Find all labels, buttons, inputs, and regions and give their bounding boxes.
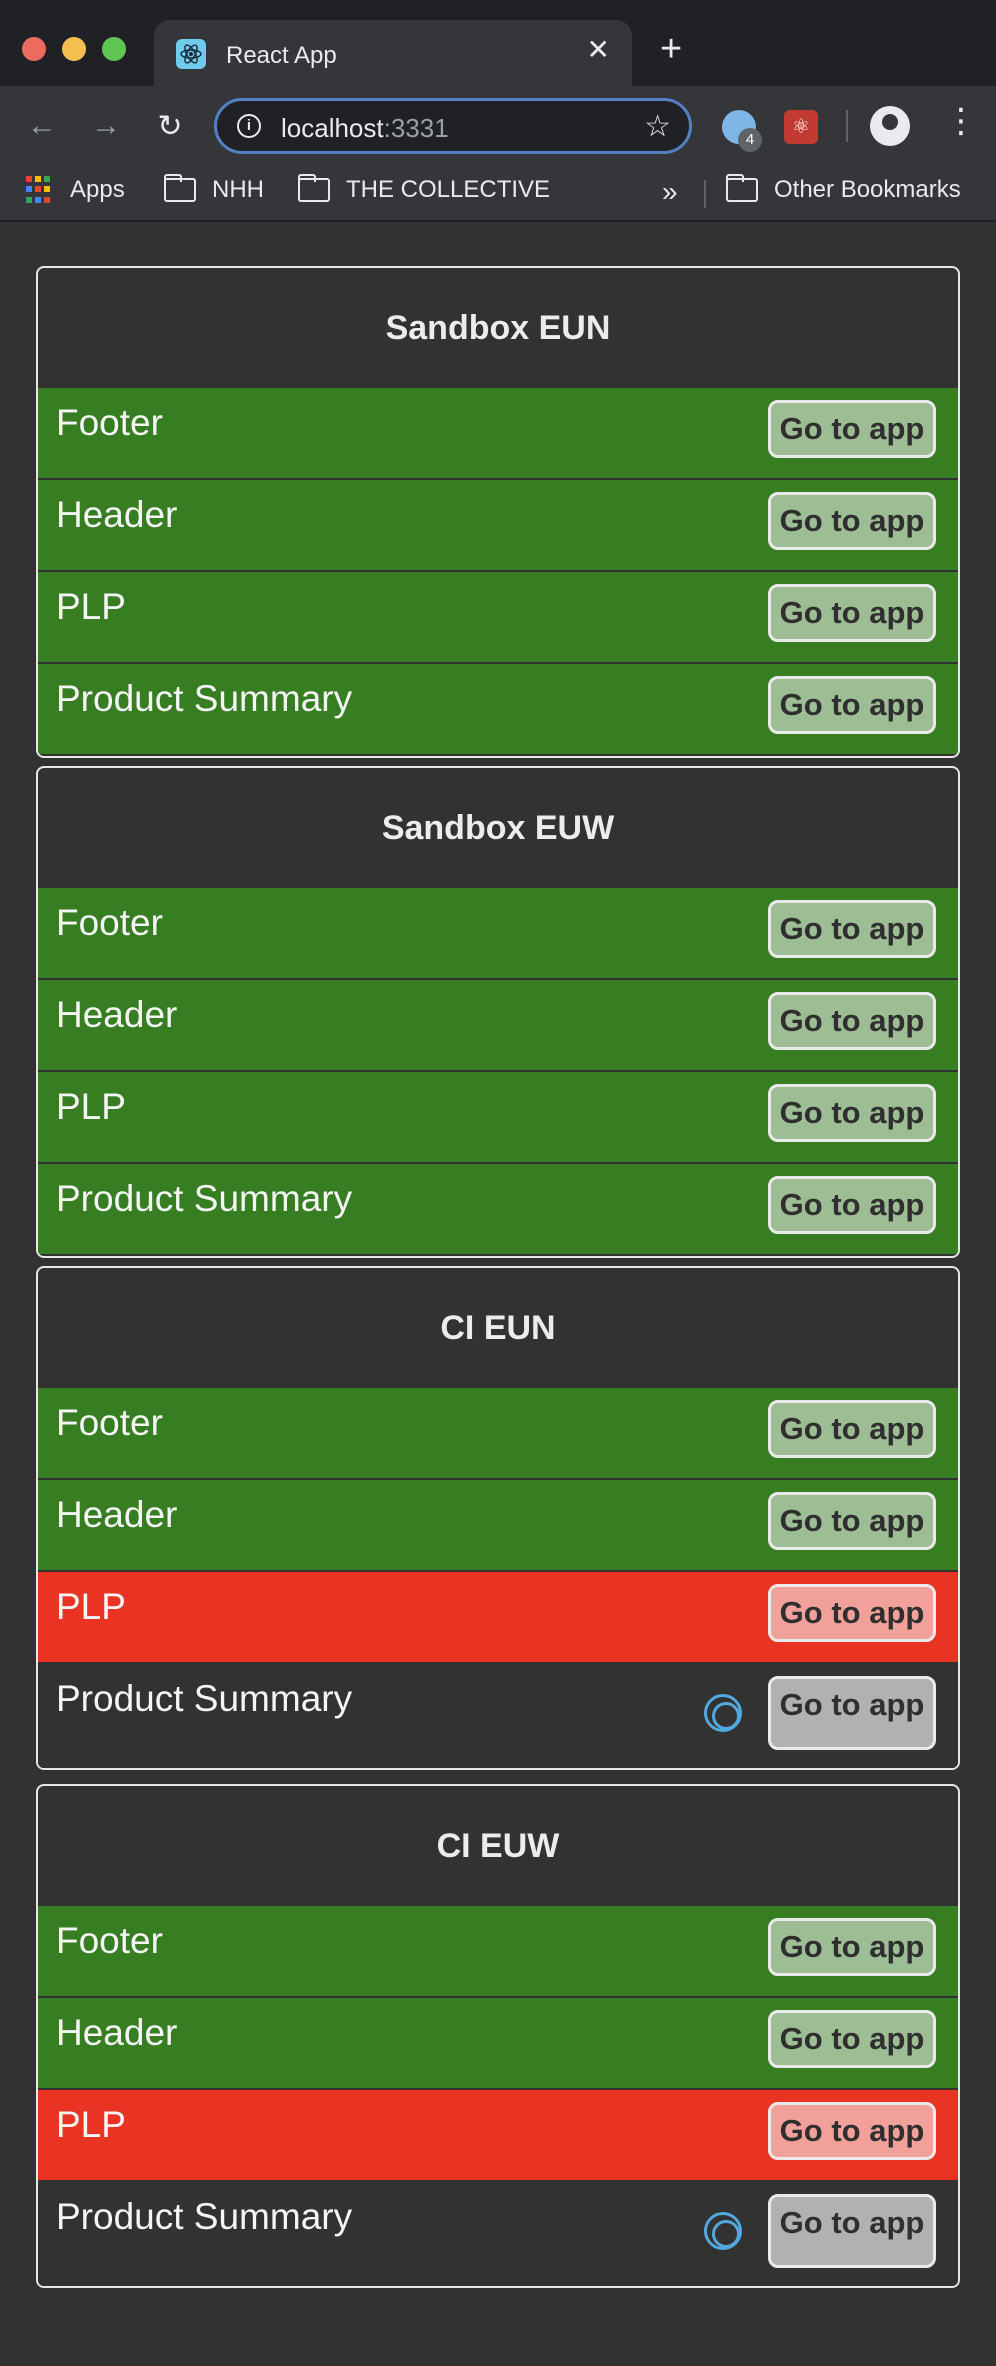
tab-strip: React App ✕ + — [0, 0, 996, 86]
app-name: PLP — [56, 586, 126, 627]
bookmark-apps[interactable]: Apps — [26, 176, 125, 204]
environment-title: Sandbox EUW — [381, 808, 615, 847]
app-row: Footer Go to app — [38, 1388, 958, 1478]
environment-card: Sandbox EUN Footer Go to app Header Go t… — [36, 266, 960, 758]
app-row: Header Go to app — [38, 1480, 958, 1570]
close-tab-icon[interactable]: ✕ — [587, 36, 610, 64]
go-to-app-button[interactable]: Go to app — [768, 2102, 936, 2160]
folder-icon — [726, 174, 758, 202]
url-port: :3331 — [383, 113, 449, 143]
go-to-app-button[interactable]: Go to app — [768, 1400, 936, 1458]
address-bar[interactable]: i localhost:3331 ☆ — [214, 98, 692, 154]
app-row: Header Go to app — [38, 1998, 958, 2088]
bookmark-label: Other Bookmarks — [774, 176, 961, 203]
app-name: PLP — [56, 1586, 126, 1627]
app-content: Sandbox EUN Footer Go to app Header Go t… — [0, 222, 996, 2366]
app-row: Product Summary Go to app — [38, 1164, 958, 1254]
react-logo-icon — [176, 39, 206, 69]
url-text: localhost:3331 — [281, 113, 449, 144]
app-name: Header — [56, 2012, 178, 2053]
go-to-app-button[interactable]: Go to app — [768, 676, 936, 734]
app-name: Product Summary — [56, 678, 353, 719]
environment-title: CI EUN — [440, 1308, 556, 1347]
close-window-button[interactable] — [22, 37, 46, 61]
environment-title: Sandbox EUN — [385, 308, 611, 347]
new-tab-icon[interactable]: + — [660, 30, 682, 68]
profile-avatar-icon[interactable] — [870, 106, 910, 146]
go-to-app-button[interactable]: Go to app — [768, 1918, 936, 1976]
go-to-app-button[interactable]: Go to app — [768, 2010, 936, 2068]
bookmark-label: Apps — [70, 176, 125, 203]
bookmark-label: THE COLLECTIVE — [346, 176, 551, 203]
app-name: Header — [56, 994, 178, 1035]
app-row: Product Summary Go to app — [38, 2182, 958, 2286]
bookmark-star-icon[interactable]: ☆ — [644, 109, 671, 144]
site-info-icon[interactable]: i — [237, 114, 261, 138]
app-name: Product Summary — [56, 2196, 353, 2237]
forward-arrow-icon[interactable]: → — [86, 106, 126, 146]
app-row: Header Go to app — [38, 980, 958, 1070]
go-to-app-button[interactable]: Go to app — [768, 1584, 936, 1642]
bookmarks-divider — [704, 180, 706, 208]
app-name: Footer — [56, 1920, 163, 1961]
environment-card: CI EUW Footer Go to app Header Go to app… — [36, 1784, 960, 2288]
reload-icon[interactable]: ↻ — [150, 106, 190, 146]
other-bookmarks[interactable]: Other Bookmarks — [726, 174, 961, 204]
go-to-app-button[interactable]: Go to app — [768, 584, 936, 642]
go-to-app-button[interactable]: Go to app — [768, 1492, 936, 1550]
go-to-app-button[interactable]: Go to app — [768, 992, 936, 1050]
loading-spinner-icon — [704, 2212, 742, 2250]
tab-title: React App — [226, 42, 337, 69]
go-to-app-button[interactable]: Go to app — [768, 400, 936, 458]
go-to-app-button[interactable]: Go to app — [768, 1676, 936, 1750]
extension-badge: 4 — [738, 128, 762, 152]
app-name: PLP — [56, 2104, 126, 2145]
url-host: localhost — [281, 113, 384, 143]
app-name: Header — [56, 494, 178, 535]
app-name: Product Summary — [56, 1678, 353, 1719]
app-name: Footer — [56, 902, 163, 943]
bookmark-folder-the-collective[interactable]: THE COLLECTIVE — [298, 174, 551, 204]
app-row: Footer Go to app — [38, 888, 958, 978]
go-to-app-button[interactable]: Go to app — [768, 900, 936, 958]
loading-spinner-icon — [704, 1694, 742, 1732]
bookmarks-bar: Apps NHH THE COLLECTIVE » Other Bookmark… — [0, 166, 996, 222]
app-row: Footer Go to app — [38, 388, 958, 478]
back-arrow-icon[interactable]: ← — [22, 106, 62, 146]
app-row: Footer Go to app — [38, 1906, 958, 1996]
app-row: PLP Go to app — [38, 1072, 958, 1162]
environment-card: CI EUN Footer Go to app Header Go to app… — [36, 1266, 960, 1770]
app-name: Product Summary — [56, 1178, 353, 1219]
bookmark-folder-nhh[interactable]: NHH — [164, 174, 264, 204]
toolbar-divider — [846, 110, 848, 142]
app-row: Product Summary Go to app — [38, 1664, 958, 1768]
react-devtools-extension-icon[interactable]: ⚛ — [784, 110, 818, 144]
browser-toolbar: ← → ↻ i localhost:3331 ☆ 4 ⚛ ⋮ — [0, 86, 996, 166]
folder-icon — [164, 174, 196, 202]
go-to-app-button[interactable]: Go to app — [768, 1176, 936, 1234]
maximize-window-button[interactable] — [102, 37, 126, 61]
go-to-app-button[interactable]: Go to app — [768, 492, 936, 550]
app-name: Header — [56, 1494, 178, 1535]
browser-tab[interactable]: React App ✕ — [154, 20, 632, 86]
menu-kebab-icon[interactable]: ⋮ — [944, 104, 978, 138]
apps-grid-icon — [26, 176, 54, 204]
minimize-window-button[interactable] — [62, 37, 86, 61]
app-name: Footer — [56, 1402, 163, 1443]
environment-title: CI EUW — [436, 1826, 560, 1865]
app-row: Header Go to app — [38, 480, 958, 570]
app-row: PLP Go to app — [38, 572, 958, 662]
go-to-app-button[interactable]: Go to app — [768, 2194, 936, 2268]
app-row: PLP Go to app — [38, 1572, 958, 1662]
bookmark-label: NHH — [212, 176, 264, 203]
app-name: PLP — [56, 1086, 126, 1127]
app-name: Footer — [56, 402, 163, 443]
environment-card: Sandbox EUW Footer Go to app Header Go t… — [36, 766, 960, 1258]
app-row: Product Summary Go to app — [38, 664, 958, 754]
go-to-app-button[interactable]: Go to app — [768, 1084, 936, 1142]
folder-icon — [298, 174, 330, 202]
app-row: PLP Go to app — [38, 2090, 958, 2180]
bookmarks-overflow-icon[interactable]: » — [662, 176, 678, 208]
